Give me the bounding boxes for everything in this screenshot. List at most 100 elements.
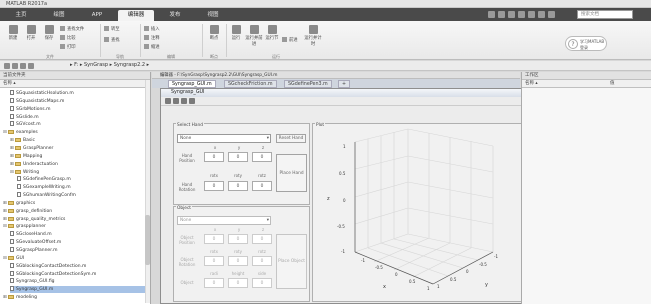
expand-icon[interactable]: ⊞ bbox=[10, 137, 14, 144]
zoom-in-icon[interactable] bbox=[181, 98, 187, 104]
expand-icon[interactable]: ⊟ bbox=[3, 223, 7, 230]
hand-z-field[interactable]: 0 bbox=[252, 152, 272, 162]
left-scroll-thumb[interactable] bbox=[145, 215, 150, 265]
object-select[interactable]: None bbox=[177, 216, 271, 225]
hand-roty-field[interactable]: 0 bbox=[228, 181, 248, 191]
tree-file[interactable]: SGexampleWriting.m bbox=[17, 184, 145, 191]
object-rotz-field[interactable]: 0 bbox=[252, 256, 272, 266]
tree-file[interactable]: SGslide.m bbox=[10, 113, 145, 121]
paste-icon[interactable] bbox=[518, 11, 525, 18]
zoom-out-icon[interactable] bbox=[189, 98, 195, 104]
object-rotx-field[interactable]: 0 bbox=[204, 256, 224, 266]
tab-plots[interactable]: 绘图 bbox=[42, 10, 76, 21]
save-icon[interactable] bbox=[173, 98, 179, 104]
object-z-field[interactable]: 0 bbox=[252, 234, 272, 244]
expand-icon[interactable]: ⊞ bbox=[10, 153, 14, 160]
new-tab-button[interactable]: + bbox=[338, 80, 351, 88]
tree-file[interactable]: SGgraspPlanner.m bbox=[10, 247, 145, 254]
tree-file[interactable]: SGVcost.m bbox=[10, 121, 145, 128]
expand-icon[interactable]: ⊞ bbox=[3, 208, 7, 215]
undo-icon[interactable] bbox=[528, 11, 535, 18]
open-icon[interactable] bbox=[165, 98, 171, 104]
plot-axes[interactable] bbox=[313, 124, 530, 303]
tree-folder[interactable]: ⊟ graspplanner bbox=[3, 223, 145, 230]
run-advance-button[interactable]: 运行并前进 bbox=[245, 25, 263, 47]
tab-view[interactable]: 视图 bbox=[196, 10, 230, 21]
object-height-field[interactable]: 0 bbox=[228, 278, 248, 288]
tab-publish[interactable]: 发布 bbox=[158, 10, 192, 21]
tree-file[interactable]: Syngrasp_GUI.m bbox=[10, 286, 145, 294]
place-hand-button[interactable]: Place Hand bbox=[276, 154, 307, 192]
expand-icon[interactable]: ⊞ bbox=[3, 216, 7, 223]
account-badge[interactable]: ? 学习MATLAB 登录 bbox=[565, 36, 607, 51]
hand-x-field[interactable]: 0 bbox=[204, 152, 224, 162]
expand-icon[interactable]: ⊟ bbox=[3, 255, 7, 262]
breakpoints-button[interactable]: 断点 bbox=[206, 25, 222, 41]
tree-file[interactable]: SGhumanWritingConfm bbox=[17, 192, 145, 199]
tree-folder[interactable]: ⊟ Writing bbox=[10, 169, 145, 176]
expand-icon[interactable]: ⊟ bbox=[10, 169, 14, 176]
tab-apps[interactable]: APP bbox=[80, 10, 114, 21]
object-x-field[interactable]: 0 bbox=[204, 234, 224, 244]
object-roty-field[interactable]: 0 bbox=[228, 256, 248, 266]
new-button[interactable]: 新建 bbox=[6, 25, 20, 41]
tree-folder[interactable]: ⊞ modeling bbox=[3, 294, 145, 301]
save-button[interactable]: 保存 bbox=[42, 25, 56, 41]
tree-folder[interactable]: ⊟ GUI bbox=[3, 255, 145, 262]
expand-icon[interactable]: ⊞ bbox=[3, 294, 7, 301]
object-side-field[interactable]: 0 bbox=[252, 278, 272, 288]
current-folder-path[interactable]: ▸ F: ▸ SynGrasp ▸ Syngrasp2.2 ▸ bbox=[70, 62, 149, 68]
tree-folder[interactable]: ⊞ Basic bbox=[10, 137, 145, 144]
tree-folder[interactable]: ⊞ GraspPlanner bbox=[10, 145, 145, 152]
workspace-name-column[interactable]: 名称 ▴ bbox=[525, 81, 538, 86]
help-icon[interactable] bbox=[548, 11, 555, 18]
place-object-button[interactable]: Place Object bbox=[276, 234, 307, 289]
search-input[interactable]: 搜索文档 bbox=[577, 10, 633, 19]
indent-button[interactable]: 缩进 bbox=[144, 44, 160, 50]
expand-icon[interactable]: ⊟ bbox=[3, 129, 7, 136]
object-y-field[interactable]: 0 bbox=[228, 234, 248, 244]
file-tab[interactable]: SGdefinePen3.m bbox=[284, 80, 332, 88]
hand-rotx-field[interactable]: 0 bbox=[204, 181, 224, 191]
find-files-button[interactable]: 查找文件 bbox=[60, 26, 84, 32]
open-button[interactable]: 打开 bbox=[24, 25, 38, 41]
tree-file[interactable]: SGrbMotions.m bbox=[10, 105, 145, 113]
workspace-value-column[interactable]: 值 bbox=[610, 80, 615, 88]
tree-folder[interactable]: ⊟ examples bbox=[3, 129, 145, 136]
hand-rotz-field[interactable]: 0 bbox=[252, 181, 272, 191]
hand-select[interactable]: None bbox=[177, 134, 271, 143]
cut-icon[interactable] bbox=[498, 11, 505, 18]
tree-folder[interactable]: ⊞ graphics bbox=[3, 200, 145, 207]
tree-file[interactable]: SGblockingContactDetectionSym.m bbox=[10, 270, 145, 278]
object-radius-field[interactable]: 0 bbox=[204, 278, 224, 288]
tab-home[interactable]: 主页 bbox=[4, 10, 38, 21]
tree-file[interactable]: Syngrasp_GUI.fig bbox=[10, 278, 145, 285]
tree-folder[interactable]: ⊞ Underactuation bbox=[10, 161, 145, 168]
run-section-button[interactable]: 运行节 bbox=[265, 25, 279, 41]
tree-folder[interactable]: ⊞ grasp_definition bbox=[3, 208, 145, 215]
tree-file[interactable]: SGblockingContactDetection.m bbox=[10, 262, 145, 270]
run-button[interactable]: 运行 bbox=[229, 25, 243, 41]
tree-file[interactable]: SGevaluateOffset.m bbox=[10, 239, 145, 246]
expand-icon[interactable]: ⊞ bbox=[10, 161, 14, 168]
expand-icon[interactable]: ⊞ bbox=[10, 145, 14, 152]
browse-icon[interactable] bbox=[28, 63, 34, 69]
run-time-button[interactable]: 运行并计时 bbox=[304, 25, 322, 47]
reset-hand-button[interactable]: Reset Hand bbox=[276, 134, 306, 143]
tree-folder[interactable]: ⊞ grasp_quality_metrics bbox=[3, 216, 145, 223]
tree-file[interactable]: SGquasistaticHsolution.m bbox=[10, 90, 145, 97]
save-quick-icon[interactable] bbox=[488, 11, 495, 18]
name-column-header[interactable]: 名称 ▴ bbox=[0, 80, 150, 88]
forward-icon[interactable] bbox=[12, 63, 18, 69]
advance-button[interactable]: 前进 bbox=[282, 37, 298, 43]
file-tab[interactable]: Syngrasp_GUI.m bbox=[168, 80, 216, 88]
comment-button[interactable]: 注释 bbox=[144, 35, 160, 41]
tree-file[interactable]: SGquasistaticMaps.m bbox=[10, 97, 145, 105]
tree-file[interactable]: SGdefinePenGrasp.m bbox=[17, 176, 145, 183]
back-icon[interactable] bbox=[4, 63, 10, 69]
copy-icon[interactable] bbox=[508, 11, 515, 18]
hand-y-field[interactable]: 0 bbox=[228, 152, 248, 162]
left-scrollbar[interactable] bbox=[145, 80, 150, 303]
find-button[interactable]: 查找 bbox=[104, 37, 120, 43]
expand-icon[interactable]: ⊞ bbox=[3, 200, 7, 207]
